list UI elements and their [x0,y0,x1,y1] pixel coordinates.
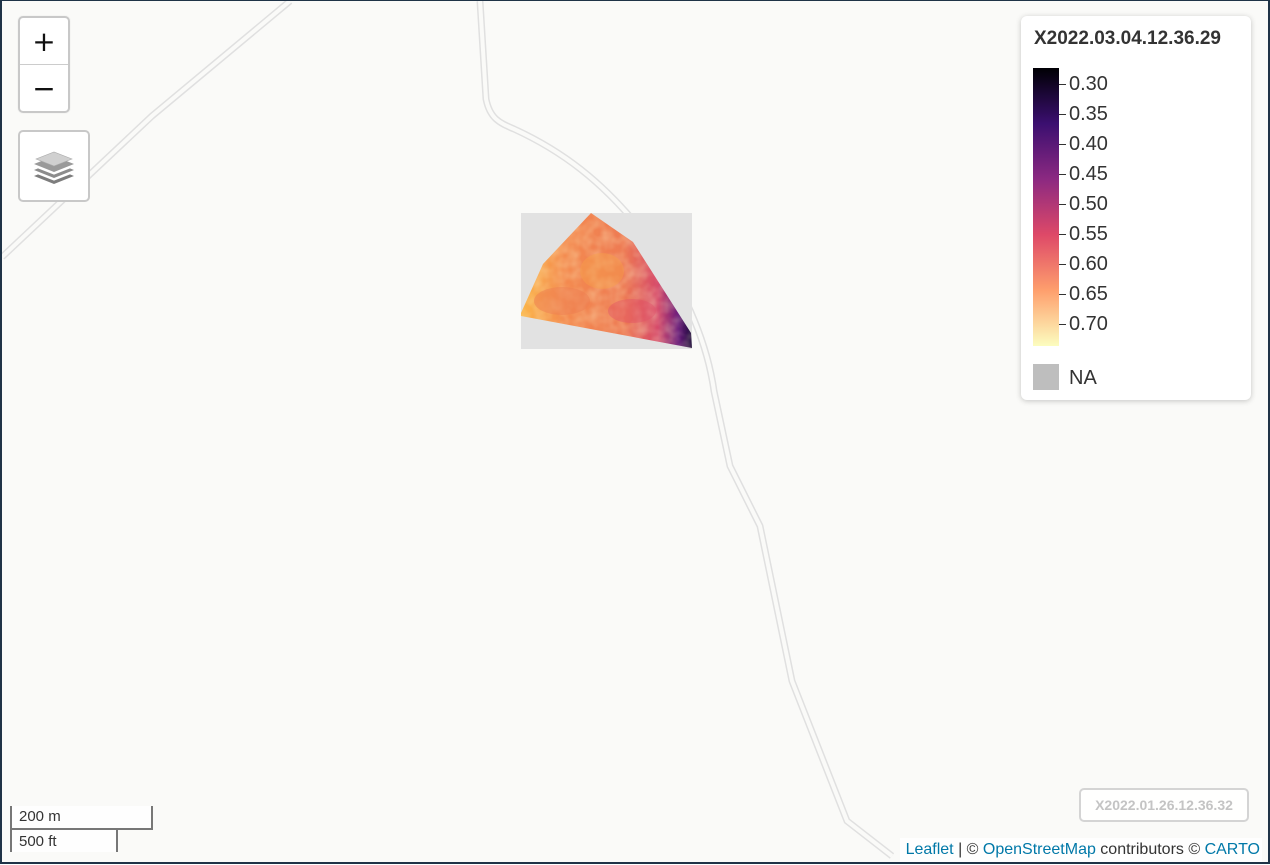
attribution-contributors: contributors © [1095,841,1205,858]
legend-tick-label: 0.45 [1069,163,1108,185]
legend-tick-mark [1059,264,1066,265]
scale-metric: 200 m [10,806,153,830]
layers-control-button[interactable] [18,130,90,202]
legend-tick-mark [1059,144,1066,145]
scale-imperial: 500 ft [10,828,118,852]
legend-tick-mark [1059,234,1066,235]
legend: X2022.03.04.12.36.29 0.30 0.35 0.40 0.45 0.5… [1021,16,1251,400]
road-main [476,1,895,859]
legend-tick-mark [1059,174,1066,175]
legend-tick-label: 0.60 [1069,253,1108,275]
carto-link[interactable]: CARTO [1205,841,1260,858]
legend-tick-mark [1059,204,1066,205]
legend-tick-label: 0.70 [1069,313,1108,335]
legend-tick-label: 0.40 [1069,133,1108,155]
zoom-control: + − [18,16,70,113]
legend-tick-label: 0.30 [1069,73,1108,95]
legend-tick-label: 0.35 [1069,103,1108,125]
attribution-separator: | © [953,841,983,858]
legend-tick-label: 0.55 [1069,223,1108,245]
zoom-in-button[interactable]: + [20,18,68,64]
legend-tick-mark [1059,294,1066,295]
legend-na-label: NA [1069,367,1097,389]
layer-label: X2022.01.26.12.36.32 [1079,788,1249,822]
legend-tick-mark [1059,84,1066,85]
legend-title: X2022.03.04.12.36.29 [1034,28,1222,49]
legend-tick-mark [1059,324,1066,325]
attribution: Leaflet | © OpenStreetMap contributors ©… [899,838,1262,862]
legend-tick-label: 0.65 [1069,283,1108,305]
scale-bar: 200 m 500 ft [10,806,153,852]
map-container[interactable]: + − X2022.03.04.12.36.29 0.30 0.35 0.40 0.4… [0,0,1270,864]
leaflet-link[interactable]: Leaflet [906,841,954,858]
legend-tick-mark [1059,114,1066,115]
zoom-out-button[interactable]: − [20,64,68,111]
legend-na-swatch [1033,364,1059,390]
legend-color-bar [1033,68,1059,346]
openstreetmap-link[interactable]: OpenStreetMap [983,841,1096,858]
legend-tick-label: 0.50 [1069,193,1108,215]
layers-icon [34,151,74,184]
